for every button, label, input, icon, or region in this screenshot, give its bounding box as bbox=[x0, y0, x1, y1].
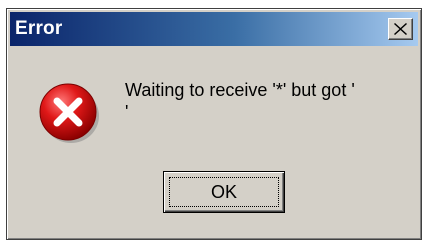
message-text: Waiting to receive '*' but got ' ' bbox=[125, 80, 355, 122]
error-icon bbox=[39, 83, 99, 143]
dialog-title: Error bbox=[15, 18, 63, 39]
ok-button[interactable]: OK bbox=[163, 171, 285, 213]
title-bar[interactable]: Error bbox=[10, 12, 418, 46]
error-dialog: Error Waiting to receive '*' but got ' '… bbox=[6, 8, 422, 240]
error-message: Waiting to receive '*' but got ' ' bbox=[125, 79, 415, 123]
close-x-icon bbox=[394, 23, 407, 35]
close-button[interactable] bbox=[388, 18, 413, 40]
ok-button-label: OK bbox=[210, 182, 237, 202]
